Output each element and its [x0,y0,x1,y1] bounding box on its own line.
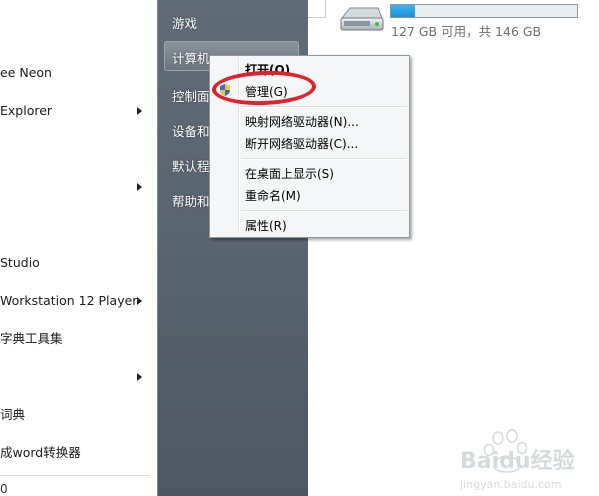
menu-separator [241,106,407,108]
search-hint-text: 0 [0,482,8,496]
watermark-url: jingyan.baidu.com [459,478,562,491]
menu-entry-games[interactable]: 游戏 [172,13,197,32]
program-item[interactable] [0,177,157,197]
program-label: ee Neon [0,65,52,80]
program-label: 词典 [0,407,26,422]
program-item[interactable]: 词典 [0,405,157,425]
chevron-right-icon [137,373,142,381]
menu-entry-computer-label: 计算机 [172,51,210,66]
program-label: Studio [0,255,40,270]
chevron-right-icon [137,183,142,191]
watermark-brand: Baidu经验 [460,448,575,474]
menu-separator [241,210,407,212]
program-item[interactable]: Explorer [0,101,157,121]
program-item[interactable]: Studio [0,253,157,273]
drive-usage-fill [391,5,416,17]
drive-usage-bar [390,4,578,18]
menu-separator [241,158,407,160]
program-item[interactable]: ee Neon [0,63,157,83]
program-item[interactable]: 成word转换器 [0,443,157,463]
menu-item-rename[interactable]: 重命名(M) [245,187,301,204]
chevron-right-icon [137,297,142,305]
divider [0,475,150,476]
hard-drive-icon[interactable] [338,4,384,36]
all-programs-list: ee Neon Explorer Studio Workstation 12 P… [0,0,157,496]
menu-item-disconnect-network-drive[interactable]: 断开网络驱动器(C)... [245,135,358,152]
program-label: Explorer [0,103,53,118]
program-item[interactable] [0,367,157,387]
baidu-watermark-logo: Baidu经验 jingyan.baidu.com [459,429,575,491]
program-label: 成word转换器 [0,445,81,460]
menu-item-properties[interactable]: 属性(R) [245,217,287,234]
program-item[interactable]: 字典工具集 [0,329,157,349]
menu-item-show-on-desktop[interactable]: 在桌面上显示(S) [245,165,334,182]
program-label: Workstation 12 Player [0,293,138,308]
drive-tile-edge [308,0,326,18]
menu-item-map-network-drive[interactable]: 映射网络驱动器(N)... [245,113,359,130]
program-item[interactable]: Workstation 12 Player [0,291,157,311]
drive-usage-text: 127 GB 可用，共 146 GB [391,24,542,39]
chevron-right-icon [137,107,142,115]
program-label: 字典工具集 [0,331,63,346]
